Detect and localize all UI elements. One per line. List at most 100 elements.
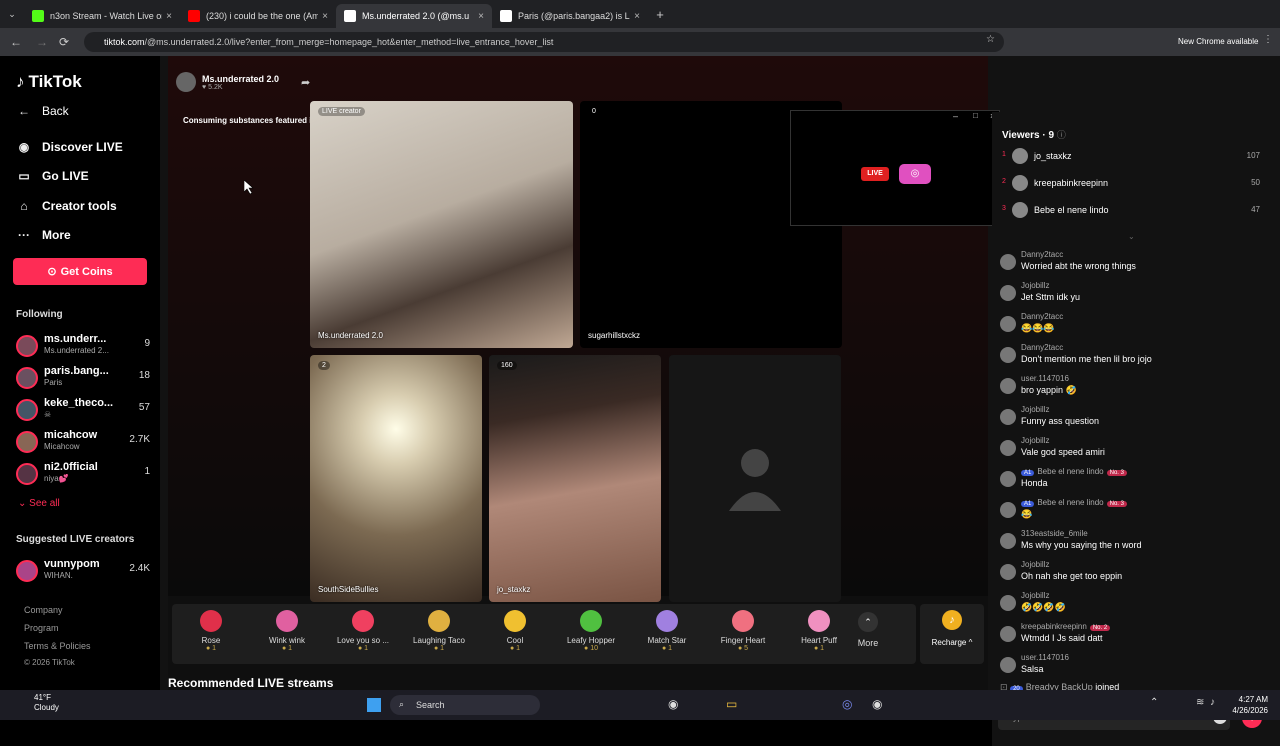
- browser-tab[interactable]: (230) i could be the one (Amb ×: [180, 4, 336, 28]
- back-button[interactable]: ← Back: [16, 104, 69, 118]
- share-icon[interactable]: ➦: [301, 76, 310, 89]
- avatar[interactable]: [1000, 440, 1016, 456]
- chat-username[interactable]: Jojobillz: [1021, 436, 1049, 445]
- gift-item[interactable]: Heart Puff ● 1: [784, 610, 854, 652]
- windows-start-icon[interactable]: [367, 698, 381, 712]
- new-tab-icon[interactable]: +: [648, 7, 672, 22]
- close-tab-icon[interactable]: ×: [322, 11, 328, 22]
- see-all-link[interactable]: ⌄ See all: [18, 498, 60, 509]
- chrome-update-label[interactable]: New Chrome available: [1178, 37, 1258, 46]
- following-item[interactable]: keke_theco... ☠ 57: [16, 397, 150, 425]
- avatar[interactable]: [1000, 378, 1016, 394]
- main-video-tile[interactable]: LIVE creator Ms.underrated 2.0: [310, 101, 573, 348]
- viewers-title[interactable]: Viewers · 9 ⓘ: [1002, 128, 1066, 141]
- viewer-row[interactable]: 3 Bebe el nene lindo 47: [1002, 202, 1260, 220]
- chrome-active-taskbar-icon[interactable]: ◉: [872, 697, 882, 711]
- tiktok-logo[interactable]: ♪ TikTok: [16, 72, 82, 92]
- avatar[interactable]: [1000, 626, 1016, 642]
- gift-item[interactable]: Cool ● 1: [480, 610, 550, 652]
- maximize-icon[interactable]: □: [973, 111, 978, 120]
- close-tab-icon[interactable]: ×: [166, 11, 172, 22]
- url-field[interactable]: tiktok.com/@ms.underrated.2.0/live?enter…: [84, 32, 1004, 52]
- footer-terms[interactable]: Terms & Policies: [24, 641, 91, 651]
- chat-username[interactable]: Danny2tacc: [1021, 250, 1063, 259]
- following-item[interactable]: ni2.0fficial niya💕 1: [16, 461, 150, 489]
- more-gifts-button[interactable]: ⌃ More: [848, 612, 888, 648]
- tray-chevron-icon[interactable]: ⌃: [1150, 697, 1158, 708]
- star-icon[interactable]: ☆: [986, 34, 995, 45]
- following-item[interactable]: paris.bang... Paris 18: [16, 365, 150, 393]
- avatar[interactable]: [1000, 347, 1016, 363]
- suggested-item[interactable]: vunnypom WIHAN. 2.4K: [16, 558, 150, 586]
- nav-more[interactable]: ··· More: [16, 228, 71, 242]
- browser-tab[interactable]: Paris (@paris.bangaa2) is L ×: [492, 4, 648, 28]
- host-info[interactable]: Ms.underrated 2.0 ♥ 5.2K ➦: [176, 72, 310, 92]
- guest-tile[interactable]: 160 jo_staxkz: [489, 355, 661, 602]
- tab-search-icon[interactable]: ⌄: [0, 9, 24, 20]
- footer-program[interactable]: Program: [24, 623, 59, 633]
- explorer-taskbar-icon[interactable]: ▭: [726, 697, 737, 711]
- avatar[interactable]: [1000, 285, 1016, 301]
- chat-username[interactable]: Danny2tacc: [1021, 312, 1063, 321]
- avatar[interactable]: [1000, 533, 1016, 549]
- avatar[interactable]: [1000, 471, 1016, 487]
- forward-icon[interactable]: →: [30, 35, 54, 49]
- nav-discover-live[interactable]: ◉ Discover LIVE: [16, 140, 123, 154]
- see-all-label: See all: [29, 498, 60, 509]
- chat-username[interactable]: user.1147016: [1021, 374, 1069, 383]
- chat-username[interactable]: Jojobillz: [1021, 560, 1049, 569]
- chat-username[interactable]: kreepabinkreepinn No. 2: [1021, 622, 1111, 631]
- avatar[interactable]: [1000, 595, 1016, 611]
- chat-username[interactable]: Danny2tacc: [1021, 343, 1063, 352]
- gift-item[interactable]: Leafy Hopper ● 10: [556, 610, 626, 652]
- gift-item[interactable]: Wink wink ● 1: [252, 610, 322, 652]
- avatar[interactable]: [1000, 316, 1016, 332]
- chat-username[interactable]: user.1147016: [1021, 653, 1069, 662]
- avatar[interactable]: [1000, 254, 1016, 270]
- back-icon[interactable]: ←: [4, 35, 28, 49]
- chat-username[interactable]: Jojobillz: [1021, 281, 1049, 290]
- minimize-icon[interactable]: –: [953, 111, 958, 121]
- discord-taskbar-icon[interactable]: ◎: [842, 697, 852, 711]
- footer-company[interactable]: Company: [24, 605, 63, 615]
- gift-item[interactable]: Laughing Taco ● 1: [404, 610, 474, 652]
- following-item[interactable]: ms.underr... Ms.underrated 2... 9: [16, 333, 150, 361]
- chat-username[interactable]: Jojobillz: [1021, 591, 1049, 600]
- browser-tab[interactable]: Ms.underrated 2.0 (@ms.u ×: [336, 4, 492, 28]
- nav-creator-tools[interactable]: ⌂ Creator tools: [16, 199, 116, 213]
- gift-item[interactable]: Love you so ... ● 1: [328, 610, 398, 652]
- mini-player[interactable]: – □ × LIVE ◎: [790, 110, 1000, 226]
- avatar[interactable]: [1000, 502, 1016, 518]
- weather-widget[interactable]: 41°F Cloudy: [16, 693, 59, 713]
- expand-chevron-icon[interactable]: ⌄: [1128, 232, 1135, 241]
- clock[interactable]: 4:27 AM 4/26/2026: [1226, 694, 1268, 716]
- gift-item[interactable]: Rose ● 1: [176, 610, 246, 652]
- wifi-icon[interactable]: ≋: [1196, 697, 1204, 708]
- viewer-row[interactable]: 2 kreepabinkreepinn 50: [1002, 175, 1260, 193]
- taskbar-search[interactable]: ⌕ Search: [390, 695, 540, 715]
- chat-username[interactable]: A1 Bebe el nene lindo No. 3: [1021, 467, 1127, 476]
- empty-seat-tile[interactable]: [669, 355, 841, 602]
- avatar[interactable]: [1000, 409, 1016, 425]
- chat-username[interactable]: A1 Bebe el nene lindo No. 3: [1021, 498, 1127, 507]
- chrome-taskbar-icon[interactable]: ◉: [668, 697, 678, 711]
- browser-tab[interactable]: n3on Stream - Watch Live on K ×: [24, 4, 180, 28]
- avatar[interactable]: [1000, 564, 1016, 580]
- gift-item[interactable]: Finger Heart ● 5: [708, 610, 778, 652]
- close-tab-icon[interactable]: ×: [478, 11, 484, 22]
- following-item[interactable]: micahcow Micahcow 2.7K: [16, 429, 150, 457]
- gift-item[interactable]: Match Star ● 1: [632, 610, 702, 652]
- chat-username[interactable]: Jojobillz: [1021, 405, 1049, 414]
- reload-icon[interactable]: ⟳: [52, 35, 76, 49]
- get-coins-button[interactable]: ⊙ Get Coins: [13, 258, 147, 285]
- avatar[interactable]: [1000, 657, 1016, 673]
- viewer-row[interactable]: 1 jo_staxkz 107: [1002, 148, 1260, 166]
- nav-go-live[interactable]: ▭ Go LIVE: [16, 169, 88, 183]
- menu-icon[interactable]: ⋮: [1263, 34, 1273, 45]
- guest-tile[interactable]: 2 SouthSideBullies: [310, 355, 482, 602]
- chat-username-text: 313eastside_6mile: [1021, 529, 1088, 538]
- recharge-button[interactable]: ♪ Recharge ^: [920, 604, 984, 664]
- close-tab-icon[interactable]: ×: [634, 11, 640, 22]
- volume-icon[interactable]: ♪: [1210, 697, 1215, 708]
- chat-username[interactable]: 313eastside_6mile: [1021, 529, 1088, 538]
